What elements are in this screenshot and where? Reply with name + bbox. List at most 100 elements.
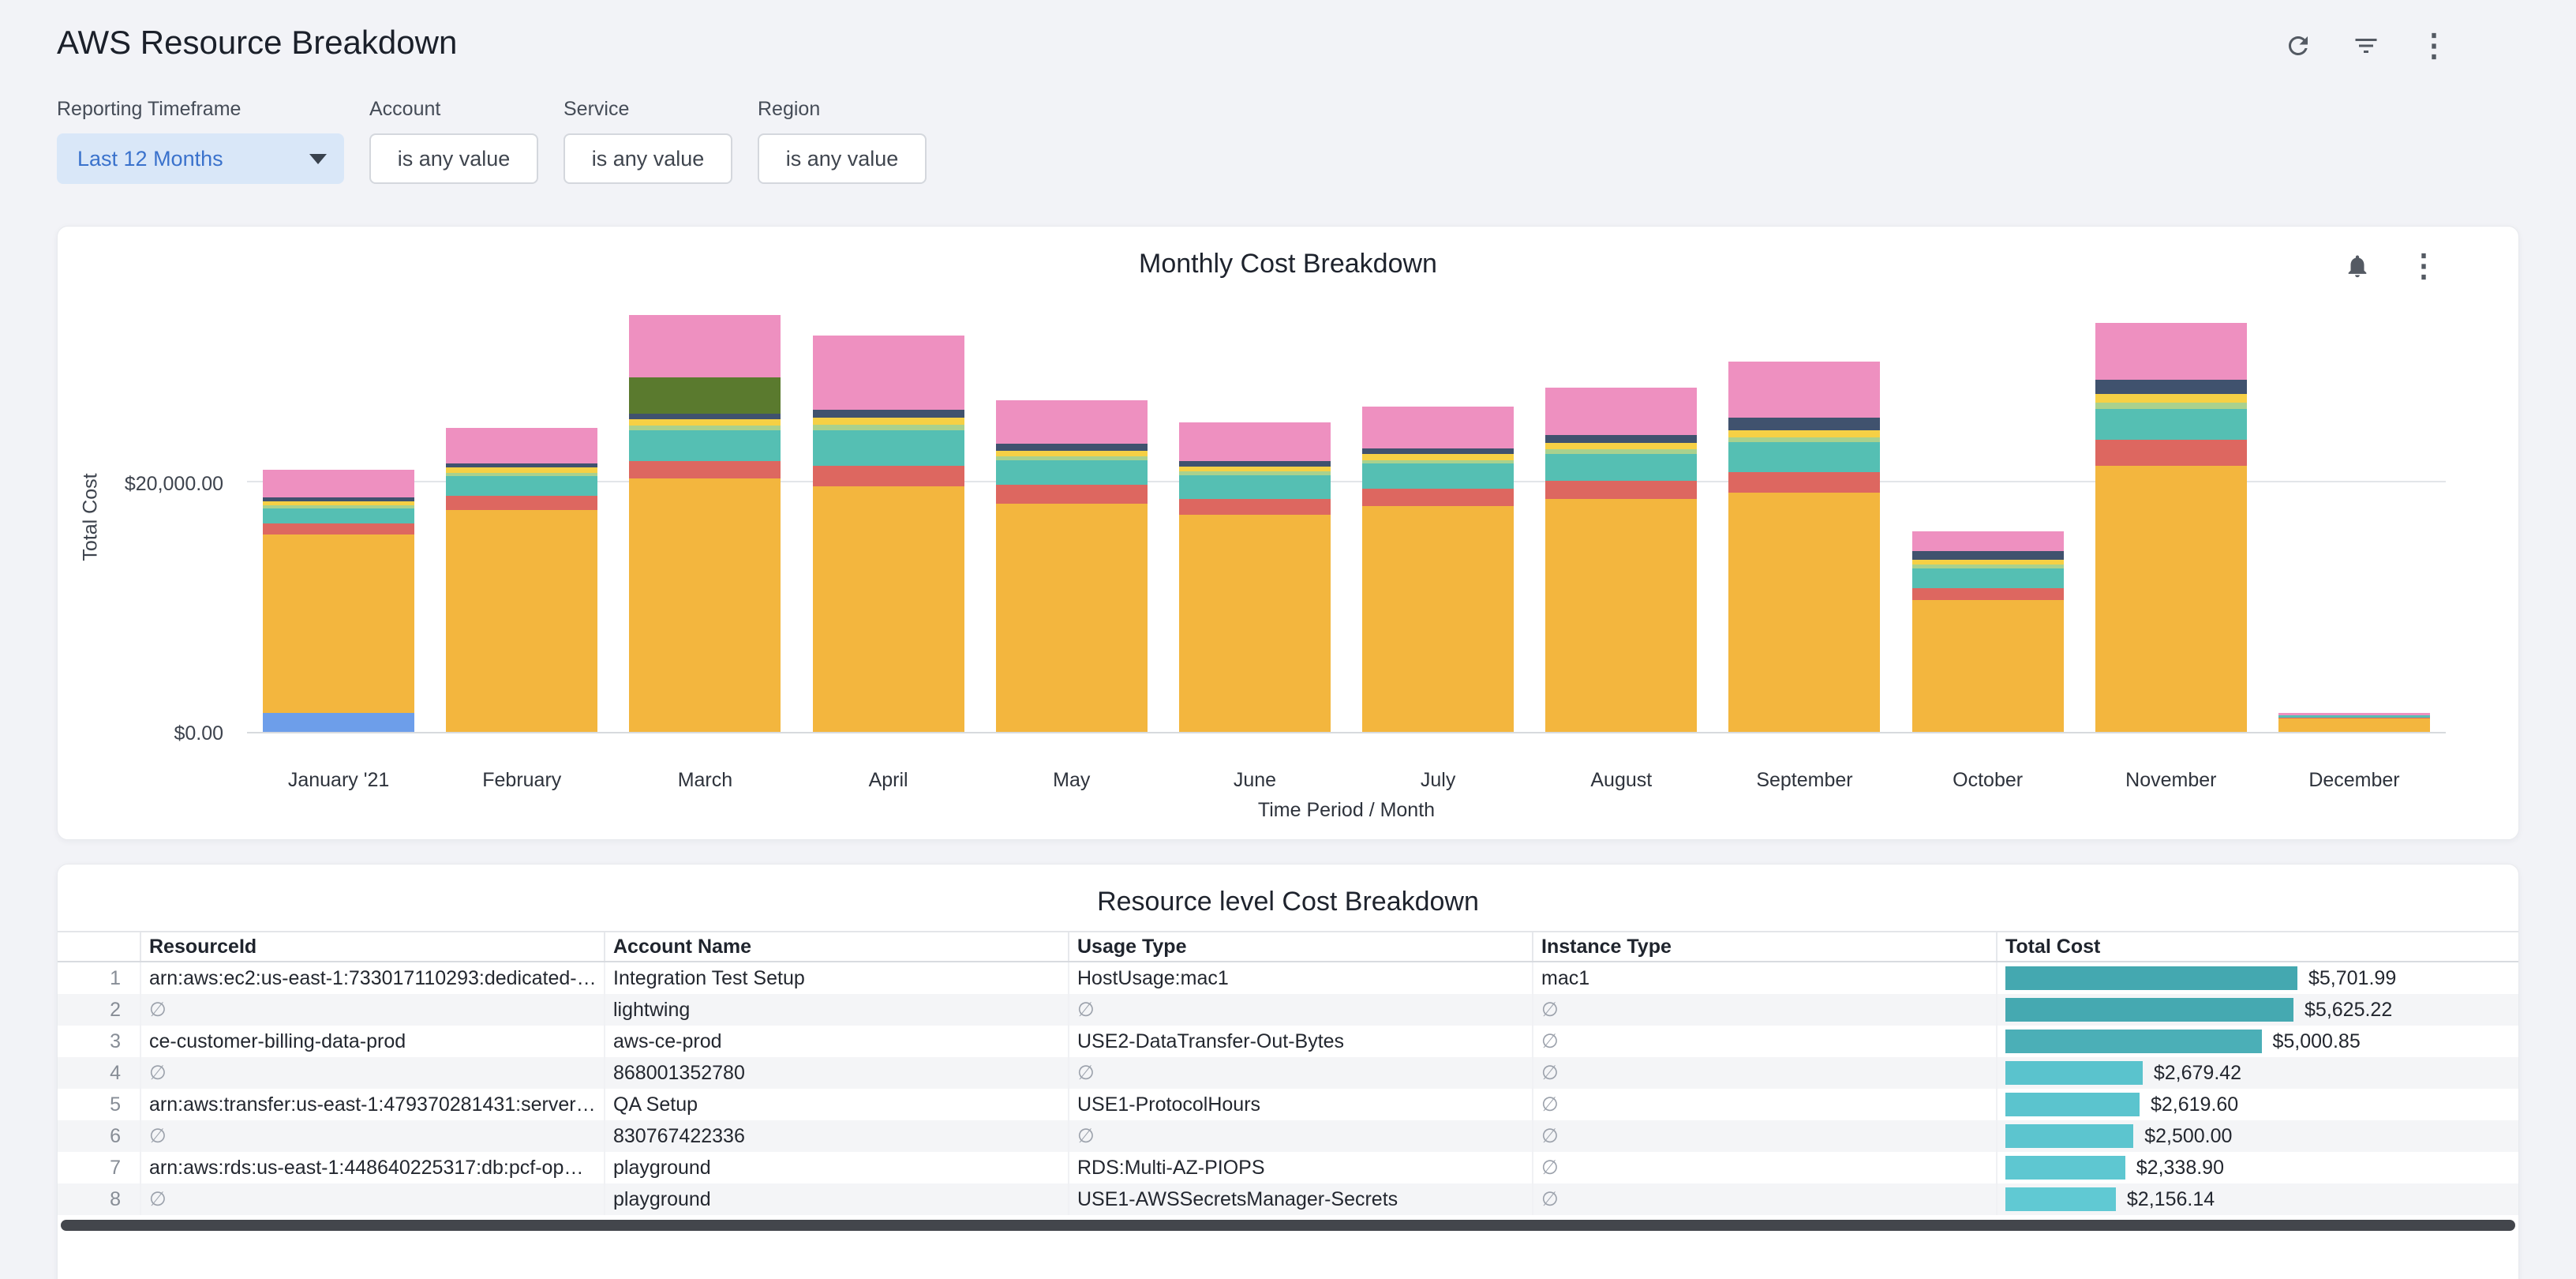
bar-segment-coral[interactable]	[629, 461, 781, 478]
bar-segment-navy[interactable]	[813, 410, 964, 417]
bar-segment-gold[interactable]	[1545, 443, 1697, 449]
column-header[interactable]: Instance Type	[1532, 932, 1996, 961]
bar-segment-coral[interactable]	[446, 496, 597, 509]
table-row[interactable]: 7arn:aws:rds:us-east-1:448640225317:db:p…	[58, 1152, 2518, 1183]
table-row[interactable]: 4∅868001352780∅∅$2,679.42	[58, 1057, 2518, 1089]
bar-segment-amber[interactable]	[629, 478, 781, 732]
bar-segment-amber[interactable]	[1362, 506, 1514, 732]
bar-segment-navy[interactable]	[1545, 435, 1697, 443]
bar-segment-coral[interactable]	[996, 485, 1148, 504]
bar-segment-teal[interactable]	[996, 460, 1148, 486]
bar-segment-amber[interactable]	[2095, 466, 2247, 732]
timeframe-select[interactable]: Last 12 Months	[57, 133, 344, 184]
bar-segment-coral[interactable]	[2095, 440, 2247, 466]
bar-segment-navy[interactable]	[1362, 448, 1514, 454]
column-header[interactable]: Total Cost	[1996, 932, 2518, 961]
refresh-icon[interactable]	[2282, 30, 2314, 62]
bar-segment-gold[interactable]	[813, 418, 964, 425]
bar-segment-coral[interactable]	[1728, 472, 1880, 492]
bar-column[interactable]	[797, 301, 980, 732]
table-row[interactable]: 1arn:aws:ec2:us-east-1:733017110293:dedi…	[58, 962, 2518, 994]
bar-segment-teal[interactable]	[1728, 442, 1880, 472]
bar-segment-coral[interactable]	[1912, 588, 2064, 600]
bar-segment-navy[interactable]	[1912, 551, 2064, 560]
bar-segment-coral[interactable]	[1179, 499, 1331, 516]
region-filter-button[interactable]: is any value	[758, 133, 927, 184]
bar-column[interactable]	[1896, 301, 2080, 732]
bar-segment-coral[interactable]	[1362, 489, 1514, 506]
bar-column[interactable]	[1346, 301, 1530, 732]
bar-column[interactable]	[430, 301, 613, 732]
bar-segment-pink[interactable]	[629, 315, 781, 377]
bar-segment-amber[interactable]	[1179, 515, 1331, 732]
bar-stack[interactable]	[1362, 407, 1514, 732]
bar-stack[interactable]	[813, 336, 964, 732]
table-row[interactable]: 8∅playgroundUSE1-AWSSecretsManager-Secre…	[58, 1183, 2518, 1215]
bar-stack[interactable]	[2278, 713, 2430, 732]
bar-stack[interactable]	[446, 428, 597, 732]
bar-segment-amber[interactable]	[263, 534, 414, 713]
bar-column[interactable]	[1713, 301, 1896, 732]
bar-segment-pink[interactable]	[996, 400, 1148, 444]
bar-segment-teal[interactable]	[813, 430, 964, 467]
column-header[interactable]: Account Name	[604, 932, 1068, 961]
bar-column[interactable]	[613, 301, 796, 732]
bar-column[interactable]	[2263, 301, 2446, 732]
chart-more-vert-icon[interactable]: ⋮	[2408, 250, 2439, 282]
alert-bell-icon[interactable]	[2342, 250, 2373, 282]
bar-segment-navy[interactable]	[629, 414, 781, 419]
bar-segment-pink[interactable]	[2095, 323, 2247, 381]
bar-column[interactable]	[980, 301, 1163, 732]
account-filter-button[interactable]: is any value	[369, 133, 538, 184]
bar-segment-teal[interactable]	[629, 430, 781, 462]
column-header[interactable]: ResourceId	[140, 932, 604, 961]
bar-stack[interactable]	[2095, 323, 2247, 732]
table-row[interactable]: 6∅830767422336∅∅$2,500.00	[58, 1120, 2518, 1152]
bar-segment-pink[interactable]	[1362, 407, 1514, 449]
bar-segment-mint[interactable]	[2095, 403, 2247, 409]
bar-column[interactable]	[1163, 301, 1346, 732]
bar-segment-coral[interactable]	[263, 523, 414, 534]
bar-segment-pink[interactable]	[446, 428, 597, 464]
bar-segment-gold[interactable]	[629, 419, 781, 426]
bar-segment-teal[interactable]	[263, 508, 414, 523]
bar-segment-blue[interactable]	[263, 713, 414, 732]
bar-stack[interactable]	[1179, 422, 1331, 732]
bar-segment-pink[interactable]	[1728, 362, 1880, 418]
bar-segment-coral[interactable]	[1545, 481, 1697, 498]
table-horizontal-scrollbar[interactable]	[61, 1220, 2515, 1231]
bar-segment-amber[interactable]	[813, 486, 964, 732]
bar-column[interactable]	[1530, 301, 1713, 732]
bar-segment-gold[interactable]	[1362, 454, 1514, 459]
bar-segment-teal[interactable]	[2095, 409, 2247, 441]
bar-segment-amber[interactable]	[1912, 600, 2064, 732]
bar-segment-pink[interactable]	[1545, 388, 1697, 435]
bar-segment-coral[interactable]	[813, 466, 964, 486]
bar-segment-olive[interactable]	[629, 377, 781, 414]
bar-column[interactable]	[247, 301, 430, 732]
bar-segment-gold[interactable]	[446, 467, 597, 473]
bar-segment-pink[interactable]	[1912, 531, 2064, 551]
bar-segment-navy[interactable]	[996, 444, 1148, 451]
bar-segment-teal[interactable]	[1179, 475, 1331, 499]
table-row[interactable]: 5arn:aws:transfer:us-east-1:479370281431…	[58, 1089, 2518, 1120]
bar-segment-amber[interactable]	[446, 510, 597, 732]
bar-segment-gold[interactable]	[2095, 394, 2247, 403]
bar-stack[interactable]	[996, 400, 1148, 732]
column-header[interactable]: Usage Type	[1068, 932, 1532, 961]
bar-segment-gold[interactable]	[1728, 430, 1880, 437]
bar-stack[interactable]	[1545, 388, 1697, 732]
bar-stack[interactable]	[1728, 362, 1880, 732]
bar-segment-teal[interactable]	[446, 476, 597, 496]
bar-segment-amber[interactable]	[996, 504, 1148, 732]
bar-segment-teal[interactable]	[1362, 463, 1514, 489]
bar-segment-pink[interactable]	[1179, 422, 1331, 461]
bar-segment-amber[interactable]	[1545, 499, 1697, 732]
service-filter-button[interactable]: is any value	[564, 133, 732, 184]
bar-stack[interactable]	[1912, 531, 2064, 732]
filter-icon[interactable]	[2350, 30, 2382, 62]
bar-stack[interactable]	[263, 470, 414, 732]
bar-stack[interactable]	[629, 315, 781, 732]
bar-segment-navy[interactable]	[1728, 418, 1880, 430]
bar-segment-pink[interactable]	[263, 470, 414, 497]
